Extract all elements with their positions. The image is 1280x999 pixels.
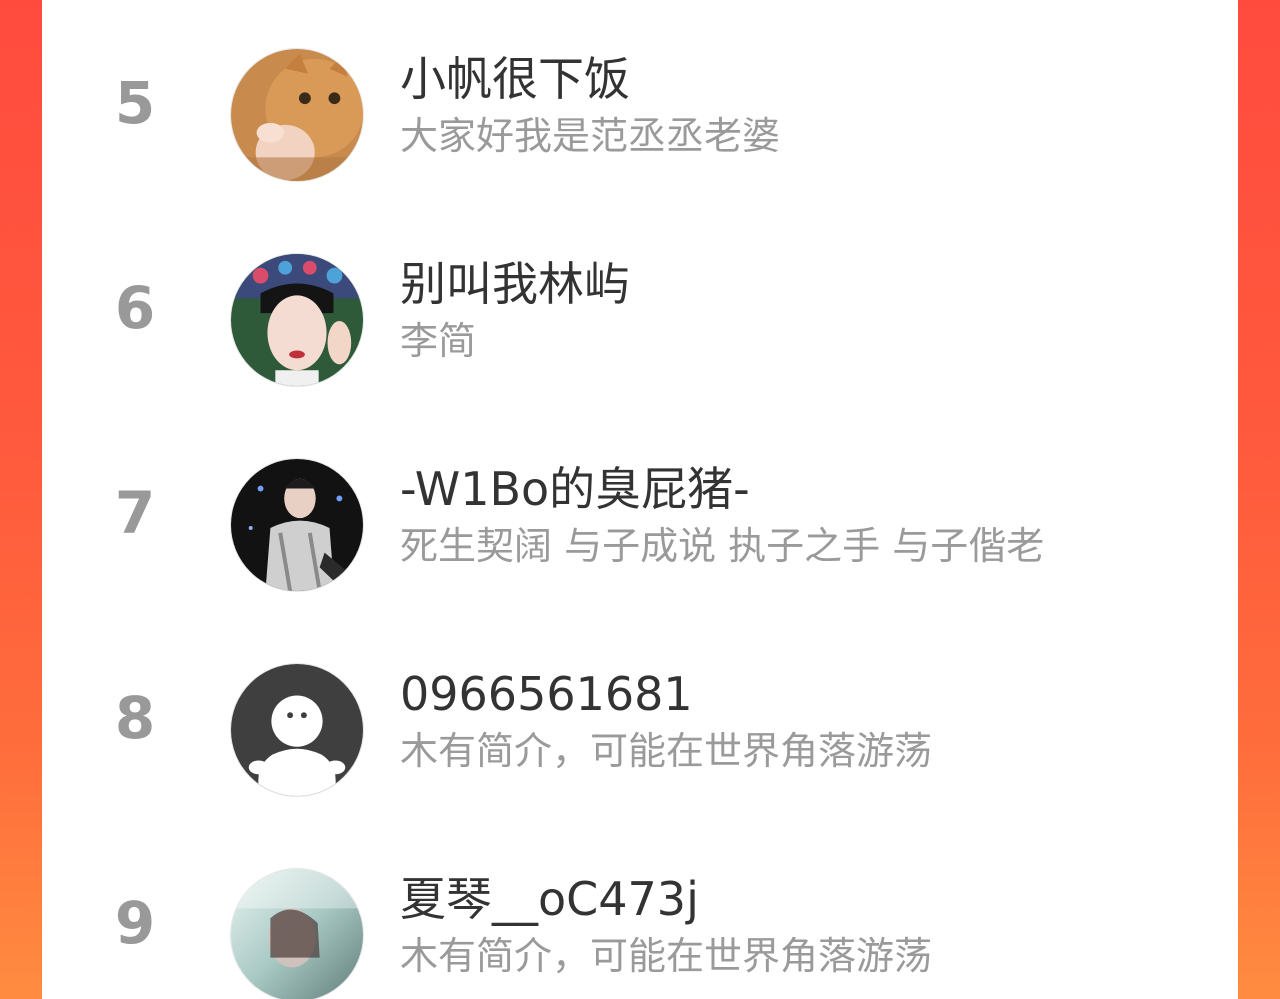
ranking-list-item[interactable]: 5 小帆很下饭 大家好我是范丞丞老婆 — [42, 0, 1238, 205]
user-bio: 李简 — [400, 319, 477, 363]
ranking-list-item[interactable]: 9 夏琴__oC473j 木有简介，可能在世界角落游荡 — [42, 820, 1238, 999]
user-name[interactable]: 小帆很下饭 — [400, 52, 630, 107]
costume-actress-avatar[interactable] — [230, 253, 364, 387]
rank-number: 7 — [114, 478, 156, 547]
user-name[interactable]: 夏琴__oC473j — [400, 872, 699, 927]
user-bio: 大家好我是范丞丞老婆 — [400, 114, 781, 158]
portrait-photo-avatar[interactable] — [230, 868, 364, 999]
stage-performer-avatar[interactable] — [230, 458, 364, 592]
ranking-list-item[interactable]: 7 -W1Bo的臭屁猪- 死生契阔 与子成说 执子之手 与子偕老 — [42, 410, 1238, 615]
ranking-list-item[interactable]: 6 别叫我林屿 李简 — [42, 205, 1238, 410]
rank-number: 6 — [114, 273, 156, 342]
default-user-avatar[interactable] — [230, 663, 364, 797]
user-bio: 木有简介，可能在世界角落游荡 — [400, 729, 933, 773]
rank-number: 8 — [114, 683, 156, 752]
user-name[interactable]: 0966561681 — [400, 667, 693, 722]
user-name[interactable]: 别叫我林屿 — [400, 257, 630, 312]
rank-number: 9 — [114, 888, 156, 957]
user-bio: 木有简介，可能在世界角落游荡 — [400, 934, 933, 978]
ranking-list-item[interactable]: 8 0966561681 木有简介，可能在世界角落游荡 — [42, 615, 1238, 820]
user-bio: 死生契阔 与子成说 执子之手 与子偕老 — [400, 524, 1045, 568]
cat-photo-avatar[interactable] — [230, 48, 364, 182]
ranking-list-panel: 5 小帆很下饭 大家好我是范丞丞老婆 6 别叫我林屿 李简 7 -W1Bo的臭屁… — [42, 0, 1238, 999]
user-name[interactable]: -W1Bo的臭屁猪- — [400, 462, 750, 517]
rank-number: 5 — [114, 68, 156, 137]
